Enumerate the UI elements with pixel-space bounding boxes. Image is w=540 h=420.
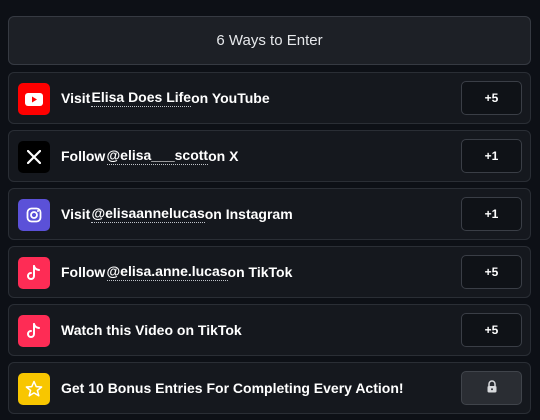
entry-row-instagram[interactable]: Visit @elisaannelucas on Instagram +1 [8,188,531,240]
points-button[interactable]: +5 [461,81,522,115]
entry-row-x[interactable]: Follow @elisa___scott on X +1 [8,130,531,182]
profile-link[interactable]: @elisa___scott [106,147,209,165]
tiktok-icon [18,257,50,289]
entry-label: Get 10 Bonus Entries For Completing Ever… [61,380,404,396]
star-icon [18,373,50,405]
x-icon [18,141,50,173]
lock-icon [486,380,498,396]
profile-link[interactable]: @elisa.anne.lucas [106,263,228,281]
points-button[interactable]: +5 [461,313,522,347]
locked-points-button[interactable] [461,371,522,405]
points-button[interactable]: +1 [461,139,522,173]
entry-label: Watch this Video on TikTok [61,322,242,338]
entry-label: Follow @elisa.anne.lucas on TikTok [61,263,293,281]
entry-row-bonus[interactable]: Get 10 Bonus Entries For Completing Ever… [8,362,531,414]
points-button[interactable]: +1 [461,197,522,231]
entry-row-tiktok-follow[interactable]: Follow @elisa.anne.lucas on TikTok +5 [8,246,531,298]
profile-link[interactable]: @elisaannelucas [91,205,205,223]
entry-methods-header: 6 Ways to Enter [8,16,531,65]
entry-row-tiktok-video[interactable]: Watch this Video on TikTok +5 [8,304,531,356]
entry-widget: 6 Ways to Enter Visit Elisa Does Life on… [0,0,540,420]
entry-label: Follow @elisa___scott on X [61,147,239,165]
youtube-icon [18,83,50,115]
channel-link[interactable]: Elisa Does Life [91,89,192,107]
entry-row-youtube[interactable]: Visit Elisa Does Life on YouTube +5 [8,72,531,124]
entry-label: Visit Elisa Does Life on YouTube [61,89,270,107]
instagram-icon [18,199,50,231]
tiktok-icon [18,315,50,347]
entry-label: Visit @elisaannelucas on Instagram [61,205,293,223]
points-button[interactable]: +5 [461,255,522,289]
header-title: 6 Ways to Enter [216,32,323,49]
